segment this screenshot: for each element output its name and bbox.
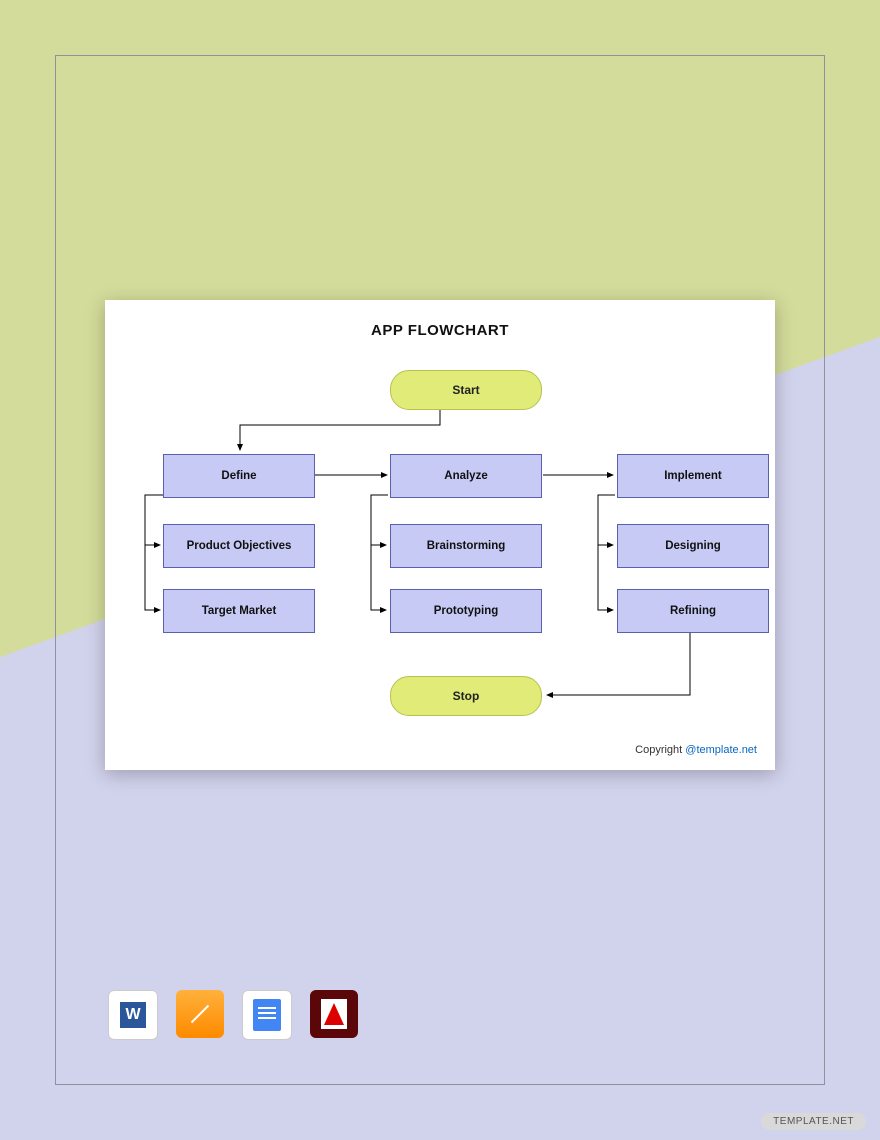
- start-node: Start: [390, 370, 542, 410]
- node-designing: Designing: [617, 524, 769, 568]
- stop-node: Stop: [390, 676, 542, 716]
- node-define: Define: [163, 454, 315, 498]
- copyright-prefix: Copyright: [635, 744, 685, 756]
- pdf-icon[interactable]: [310, 990, 358, 1038]
- word-icon[interactable]: W: [108, 990, 158, 1040]
- node-refining: Refining: [617, 589, 769, 633]
- app-icons-row: W: [108, 990, 358, 1040]
- node-analyze: Analyze: [390, 454, 542, 498]
- node-target-market: Target Market: [163, 589, 315, 633]
- flowchart-card: APP FLOWCHART Start Define Product Objec…: [105, 300, 775, 770]
- node-product-objectives: Product Objectives: [163, 524, 315, 568]
- node-implement: Implement: [617, 454, 769, 498]
- node-prototyping: Prototyping: [390, 589, 542, 633]
- watermark: TEMPLATE.NET: [761, 1113, 866, 1130]
- pages-icon[interactable]: [176, 990, 224, 1038]
- copyright: Copyright @template.net: [635, 744, 757, 756]
- gdocs-icon[interactable]: [242, 990, 292, 1040]
- copyright-link[interactable]: @template.net: [685, 744, 757, 756]
- node-brainstorming: Brainstorming: [390, 524, 542, 568]
